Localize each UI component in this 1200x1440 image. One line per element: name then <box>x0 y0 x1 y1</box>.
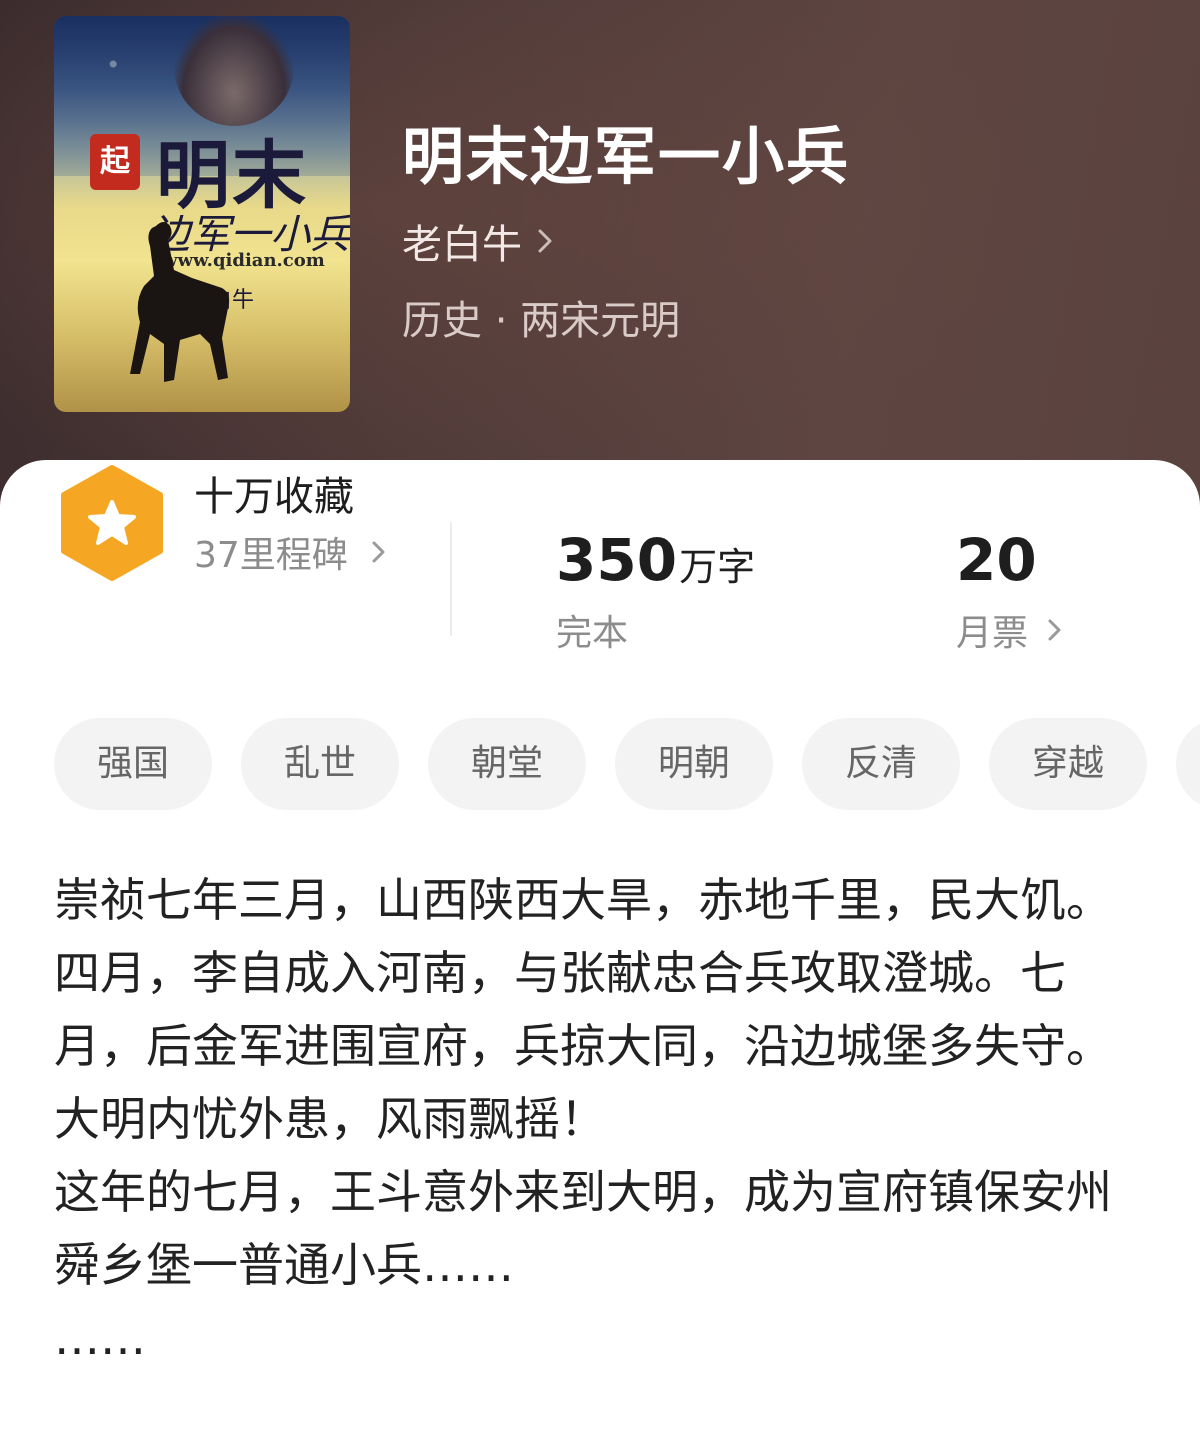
cover-seal: 起 <box>90 134 140 190</box>
tag-list: 强国 乱世 朝堂 明朝 反清 穿越 <box>54 718 1200 810</box>
description-paragraph: …… <box>54 1311 146 1365</box>
collection-title: 十万收藏 <box>194 474 354 520</box>
chevron-right-icon <box>1048 619 1061 641</box>
tag-chip[interactable] <box>1176 718 1200 810</box>
book-title: 明末边军一小兵 <box>402 120 851 193</box>
description-paragraph: 崇祯七年三月，山西陕西大旱，赤地千里，民大饥。四月，李自成入河南，与张献忠合兵攻… <box>54 873 1112 1073</box>
tag-chip[interactable]: 反清 <box>802 718 960 810</box>
star-badge-icon <box>61 465 163 581</box>
tag-chip[interactable]: 乱世 <box>241 718 399 810</box>
tag-chip[interactable]: 穿越 <box>989 718 1147 810</box>
monthly-votes-label: 月票 <box>956 613 1029 654</box>
milestone-label: 37里程碑 <box>194 535 348 576</box>
tag-chip[interactable]: 明朝 <box>615 718 773 810</box>
book-description[interactable]: 崇祯七年三月，山西陕西大旱，赤地千里，民大饥。四月，李自成入河南，与张献忠合兵攻… <box>54 864 1114 1375</box>
word-count-unit: 万字 <box>679 545 756 589</box>
book-category: 历史 · 两宋元明 <box>402 298 681 344</box>
stats-divider <box>450 522 452 636</box>
completion-status: 完本 <box>556 613 629 654</box>
author-link[interactable]: 老白牛 <box>402 212 556 270</box>
author-name: 老白牛 <box>402 222 522 268</box>
tag-chip[interactable]: 朝堂 <box>428 718 586 810</box>
horse-rider-silhouette <box>130 222 230 382</box>
monthly-votes-link[interactable]: 月票 <box>956 604 1064 656</box>
monthly-votes-count: 20 <box>956 526 1037 594</box>
word-count: 350 万字 <box>556 526 755 594</box>
description-paragraph: 这年的七月，王斗意外来到大明，成为宣府镇保安州舜乡堡一普通小兵…… <box>54 1165 1112 1292</box>
chevron-right-icon <box>372 541 385 563</box>
book-cover-image[interactable]: 起 明末 边军一小兵 www.qidian.com 老白牛 <box>54 16 350 412</box>
book-info-card: 十万收藏 37里程碑 350 万字 完本 20 月票 强国 乱世 朝堂 明朝 反… <box>0 460 1200 1440</box>
word-count-number: 350 <box>556 526 678 594</box>
chevron-right-icon <box>538 229 552 253</box>
milestone-link[interactable]: 37里程碑 <box>194 526 388 578</box>
tag-chip[interactable]: 强国 <box>54 718 212 810</box>
description-paragraph: 大明内忧外患，风雨飘摇！ <box>54 1092 606 1146</box>
